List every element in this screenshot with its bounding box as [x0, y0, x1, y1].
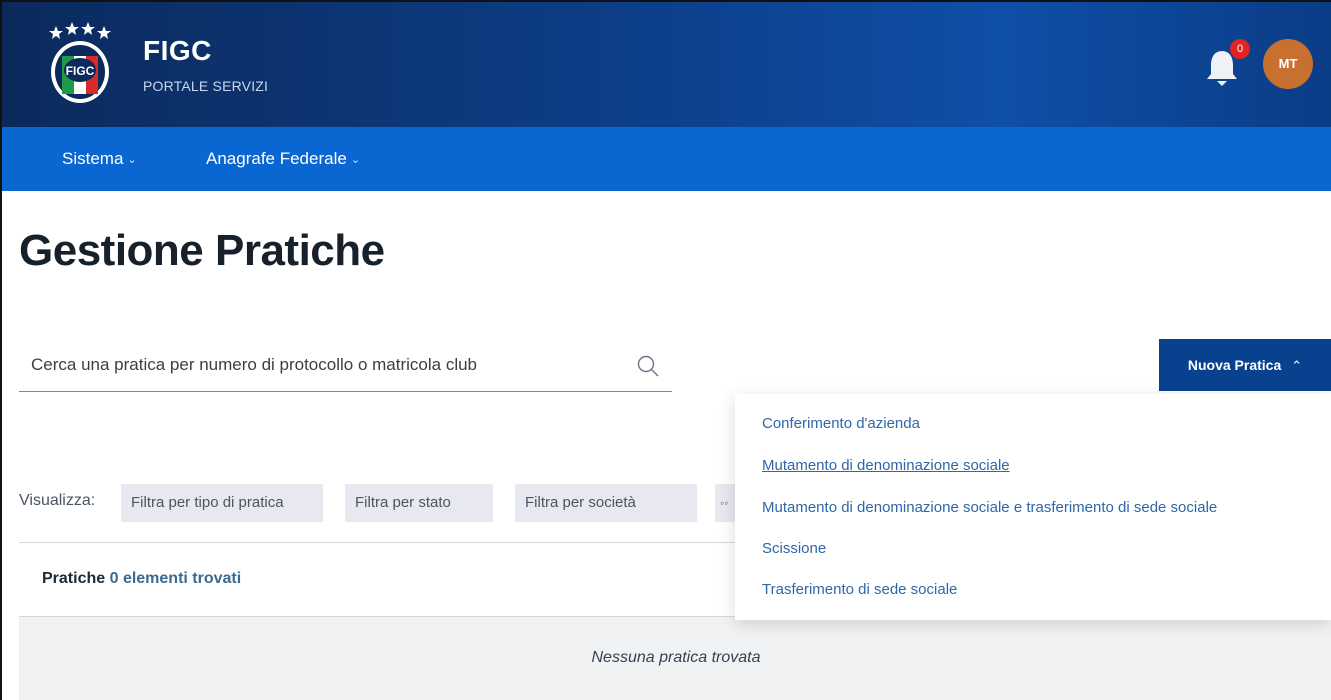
list-header: Pratiche 0 elementi trovati: [42, 570, 241, 588]
brand-subtitle: PORTALE SERVIZI: [143, 78, 269, 94]
filter-societa[interactable]: Filtra per società: [515, 484, 697, 522]
search-box: [19, 338, 672, 392]
filter-tipo-pratica[interactable]: Filtra per tipo di pratica: [121, 484, 323, 522]
notification-badge[interactable]: 0: [1230, 39, 1250, 59]
new-pratica-button[interactable]: Nuova Pratica ⌃: [1159, 339, 1331, 391]
user-avatar[interactable]: MT: [1263, 39, 1313, 89]
menu-item-scissione[interactable]: Scissione: [762, 540, 826, 557]
chevron-down-icon: ⌄: [350, 154, 361, 166]
menu-item-conferimento[interactable]: Conferimento d'azienda: [762, 415, 920, 432]
nav-item-sistema[interactable]: Sistema ⌄: [62, 127, 137, 191]
list-title: Pratiche: [42, 570, 106, 587]
nav-item-anagrafe-federale[interactable]: Anagrafe Federale ⌄: [206, 127, 360, 191]
top-header: FIGC FIGC PORTALE SERVIZI 0 MT: [2, 2, 1331, 127]
brand-title: FIGC: [143, 35, 212, 66]
results-count: 0 elementi trovati: [109, 570, 242, 587]
nav-item-label: Anagrafe Federale: [206, 149, 347, 168]
chevron-up-icon: ⌃: [1291, 357, 1303, 373]
app-frame: FIGC FIGC PORTALE SERVIZI 0 MT Sistema ⌄ …: [0, 0, 1331, 700]
menu-item-mutamento-denominazione-trasferimento[interactable]: Mutamento di denominazione sociale e tra…: [762, 499, 1217, 516]
search-icon[interactable]: [637, 355, 659, 377]
empty-state: Nessuna pratica trovata: [19, 617, 1331, 700]
filters-label: Visualizza:: [19, 492, 96, 509]
menu-item-mutamento-denominazione[interactable]: Mutamento di denominazione sociale: [762, 457, 1010, 474]
chevron-down-icon: ⌄: [127, 154, 137, 166]
search-input[interactable]: [31, 338, 621, 392]
figc-logo-icon[interactable]: FIGC: [42, 20, 118, 106]
empty-message: Nessuna pratica trovata: [591, 649, 761, 666]
menu-item-trasferimento-sede[interactable]: Trasferimento di sede sociale: [762, 581, 957, 598]
page-title: Gestione Pratiche: [19, 226, 385, 275]
new-pratica-dropdown: Conferimento d'azienda Mutamento di deno…: [735, 394, 1331, 620]
filter-stato[interactable]: Filtra per stato: [345, 484, 493, 522]
new-pratica-label: Nuova Pratica: [1187, 356, 1282, 373]
main-nav: Sistema ⌄ Anagrafe Federale ⌄: [2, 127, 1331, 191]
logo-text: FIGC: [66, 64, 95, 78]
nav-item-label: Sistema: [62, 149, 124, 168]
